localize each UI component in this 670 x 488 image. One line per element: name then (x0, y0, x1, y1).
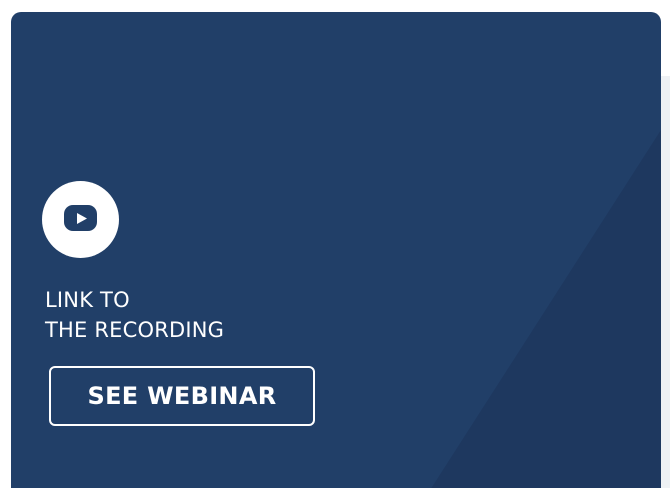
recording-title: LINK TO THE RECORDING (45, 285, 405, 345)
video-badge (42, 181, 119, 258)
youtube-play-icon (64, 205, 97, 231)
recording-title-line-2: THE RECORDING (45, 318, 225, 342)
recording-title-line-1: LINK TO (45, 288, 130, 312)
webinar-card: LINK TO THE RECORDING SEE WEBINAR (11, 12, 661, 488)
right-edge-strip (661, 76, 670, 488)
see-webinar-button[interactable]: SEE WEBINAR (49, 366, 315, 426)
